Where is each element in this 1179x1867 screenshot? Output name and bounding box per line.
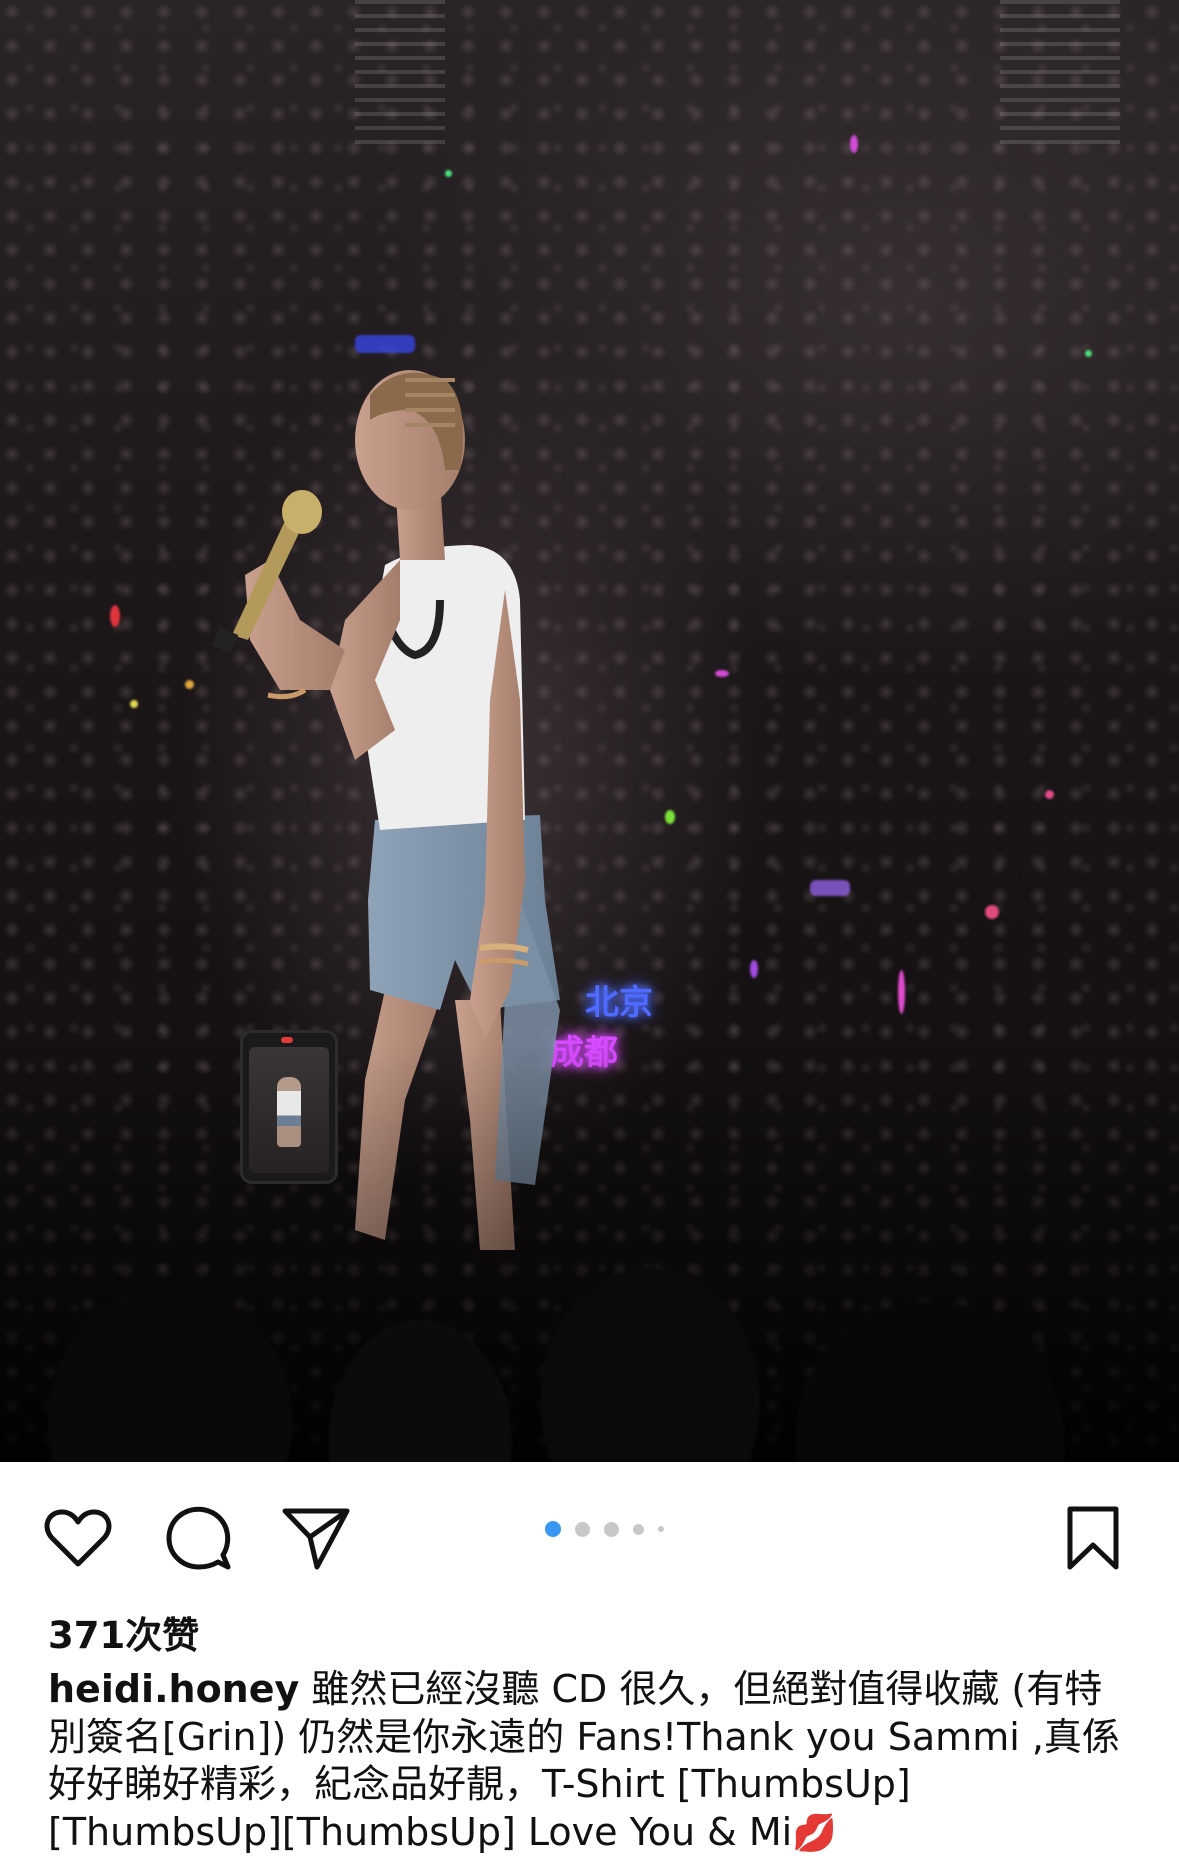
kiss-emoji: 💋: [792, 1812, 838, 1854]
audience-phone: [240, 1030, 338, 1184]
bookmark-outline-icon: [1067, 1506, 1119, 1570]
record-indicator: [281, 1037, 293, 1043]
paper-plane-icon: [282, 1508, 350, 1570]
carousel-dot-active: [545, 1521, 561, 1537]
carousel-indicator: [545, 1519, 664, 1539]
like-button[interactable]: [42, 1502, 114, 1574]
phone-screen: [249, 1047, 329, 1173]
post-photo[interactable]: 北京 成都: [0, 0, 1179, 1462]
carousel-dot: [658, 1526, 664, 1532]
share-button[interactable]: [280, 1502, 352, 1574]
audience-foreground: [0, 1042, 1179, 1462]
carousel-dot: [604, 1521, 619, 1537]
heart-outline-icon: [44, 1509, 112, 1567]
carousel-dot: [633, 1523, 644, 1535]
save-button[interactable]: [1057, 1502, 1129, 1574]
caption-username[interactable]: heidi.honey: [48, 1667, 299, 1711]
likes-count[interactable]: 371次赞: [48, 1605, 199, 1659]
speech-bubble-icon: [166, 1506, 231, 1570]
comment-button[interactable]: [162, 1502, 234, 1574]
post-caption: heidi.honey 雖然已經沒聽 CD 很久，但絕對值得收藏 (有特別簽名[…: [48, 1666, 1138, 1857]
carousel-dot: [575, 1521, 590, 1537]
phone-screen-performer: [277, 1077, 301, 1147]
